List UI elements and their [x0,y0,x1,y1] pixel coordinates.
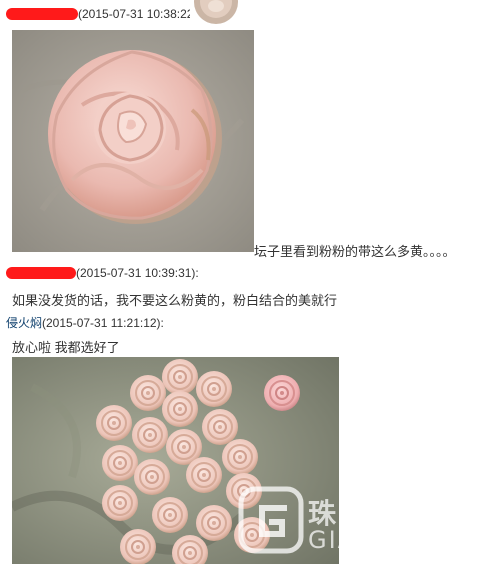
redacted-sender-name [6,8,78,20]
message-text: 放心啦 我都选好了 [12,340,120,355]
image-caption: 坛子里看到粉粉的带这么多黄。。。。 [254,244,456,259]
message-header-1: (2015-07-31 10:38:22): [6,6,201,22]
forum-logo-icon [238,486,304,554]
forum-watermark: 珠宝大家坛 GIAhome.com [238,486,481,560]
message-header-3: 侵火焖(2015-07-31 11:21:12): [6,315,164,331]
message-header-2: (2015-07-31 10:39:31): [6,265,199,281]
message-text: 如果没发货的话，我不要这么粉黄的，粉白结合的美就行 [12,293,338,308]
rose-carving-photo[interactable] [12,30,254,252]
message-timestamp: (2015-07-31 10:39:31): [76,266,199,280]
sender-name: 侵火焖 [6,316,43,330]
message-timestamp: (2015-07-31 10:38:22): [78,7,201,21]
partial-photo-top[interactable] [190,0,238,28]
watermark-en: GIAhome.com [308,526,481,554]
redacted-sender-name [6,267,76,279]
message-timestamp: (2015-07-31 11:21:12): [42,316,164,330]
